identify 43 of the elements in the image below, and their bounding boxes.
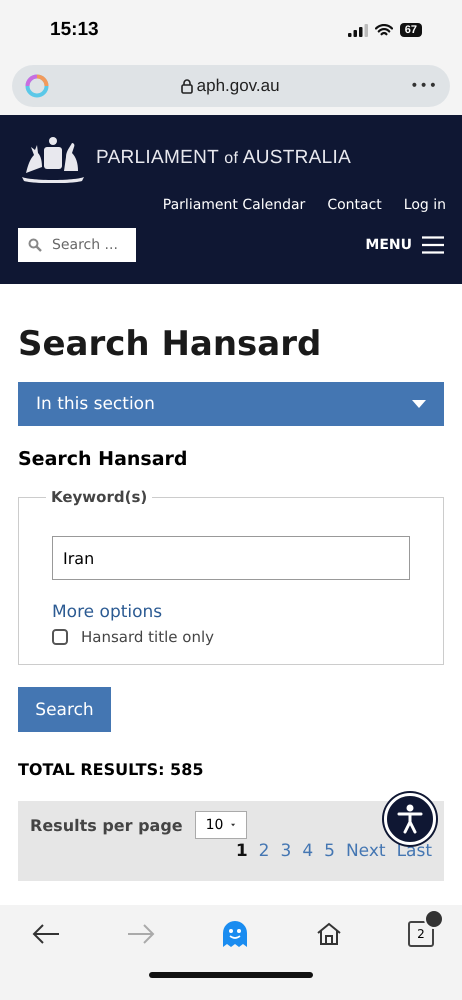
more-options-link[interactable]: More options bbox=[52, 602, 410, 622]
ghost-icon[interactable] bbox=[221, 919, 249, 949]
home-icon[interactable] bbox=[316, 922, 342, 946]
pagination-link[interactable]: 5 bbox=[324, 841, 335, 861]
pagination-link[interactable]: 3 bbox=[280, 841, 292, 861]
pagination-link[interactable]: Last bbox=[396, 841, 432, 861]
menu-icon bbox=[422, 236, 444, 254]
checkbox-label: Hansard title only bbox=[81, 628, 214, 646]
form-legend: Keyword(s) bbox=[46, 488, 152, 506]
accessibility-button[interactable] bbox=[384, 793, 436, 845]
menu-button[interactable]: MENU bbox=[365, 236, 446, 254]
wifi-icon bbox=[374, 24, 393, 36]
checkbox[interactable] bbox=[52, 629, 68, 645]
keyword-field[interactable]: Iran bbox=[52, 536, 410, 580]
address-bar[interactable]: aph.gov.au ••• bbox=[12, 65, 450, 107]
caret-icon bbox=[231, 823, 236, 827]
status-time: 15:13 bbox=[50, 19, 99, 41]
url-text: aph.gov.au bbox=[196, 76, 280, 96]
total-results: TOTAL RESULTS: 585 bbox=[18, 760, 204, 779]
page-title: Search Hansard bbox=[18, 324, 322, 364]
signal-icon bbox=[348, 24, 368, 36]
section-heading: Search Hansard bbox=[18, 448, 189, 470]
site-title[interactable]: PARLIAMENT of AUSTRALIA bbox=[96, 147, 352, 169]
header-link[interactable]: Log in bbox=[404, 197, 446, 213]
header-link[interactable]: Parliament Calendar bbox=[162, 197, 306, 213]
results-per-page-label: Results per page bbox=[30, 816, 183, 834]
pagination-link[interactable]: 1 bbox=[236, 841, 248, 861]
header-link[interactable]: Contact bbox=[327, 197, 382, 213]
more-button[interactable]: ••• bbox=[410, 78, 438, 94]
lock-icon bbox=[180, 78, 193, 94]
pagination-link[interactable]: 4 bbox=[302, 841, 314, 861]
results-per-page-select[interactable]: 10 bbox=[194, 811, 247, 839]
ring-icon bbox=[24, 73, 50, 99]
search-field[interactable]: Search ... bbox=[18, 228, 136, 262]
person-icon bbox=[397, 804, 423, 834]
pagination-link[interactable]: Next bbox=[346, 841, 386, 861]
pagination-link[interactable]: 2 bbox=[258, 841, 270, 861]
search-button[interactable]: Search bbox=[18, 687, 111, 732]
back-icon[interactable] bbox=[32, 923, 60, 945]
battery-level: 67 bbox=[400, 23, 422, 37]
caret-icon bbox=[412, 400, 426, 408]
search-icon bbox=[28, 238, 42, 252]
section-dropdown[interactable]: In this section bbox=[18, 382, 444, 426]
